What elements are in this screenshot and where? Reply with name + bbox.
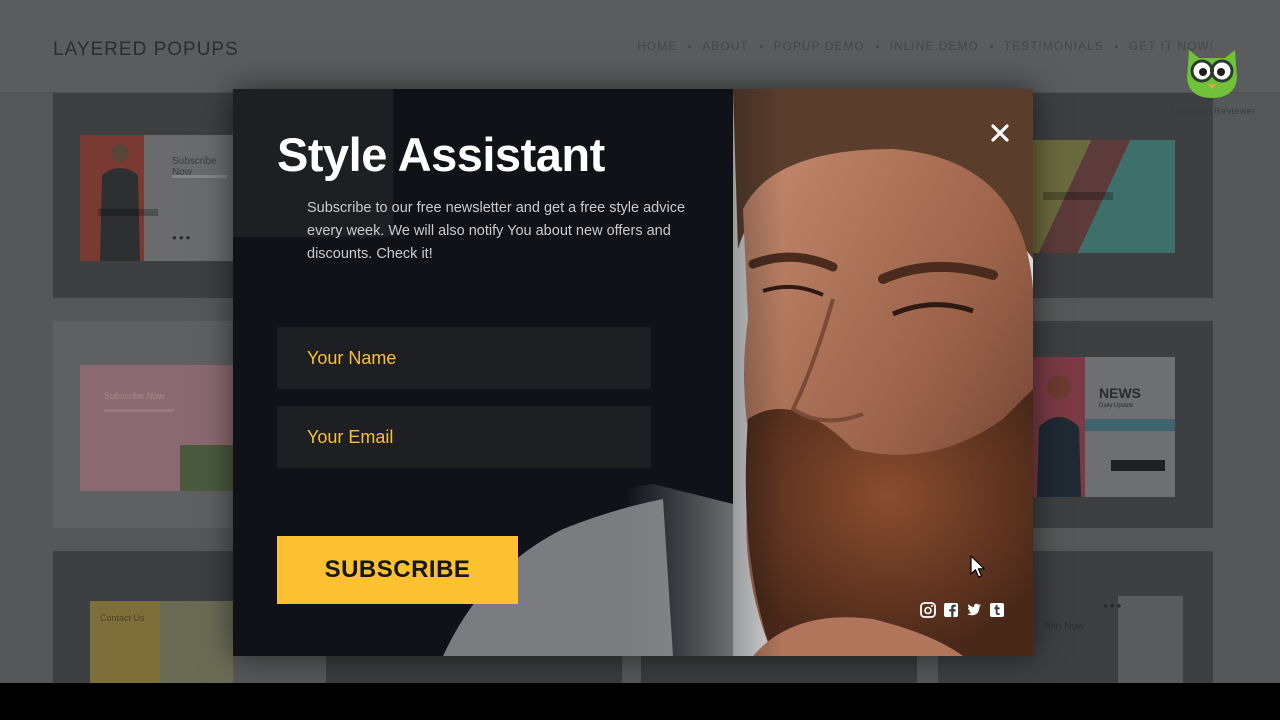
- woman-photo: [1033, 357, 1085, 497]
- demo-card[interactable]: Subscribe Now: [53, 321, 233, 528]
- owl-mascot-icon: [1187, 50, 1237, 98]
- thumb-panel: [1118, 596, 1183, 683]
- thumb-pager: ●●●: [172, 233, 193, 242]
- twitter-icon[interactable]: [966, 602, 982, 618]
- popup-description: Subscribe to our free newsletter and get…: [307, 200, 686, 262]
- site-nav: HOME ABOUT POPUP DEMO INLINE DEMO TESTIM…: [637, 39, 1214, 53]
- nav-separator: [989, 44, 993, 48]
- site-logo[interactable]: LAYERED POPUPS: [53, 39, 239, 61]
- demo-thumbnail: Subscribe Now: [80, 365, 233, 491]
- demo-thumbnail: [1033, 140, 1175, 253]
- subscribe-popup: Style Assistant Subscribe to our free ne…: [233, 89, 1033, 656]
- nav-separator: [688, 44, 692, 48]
- demo-thumbnail: Subscribe Now ●●●: [80, 135, 233, 261]
- model-photo: [80, 135, 144, 261]
- video-letterbox-bar: [0, 683, 1280, 720]
- thumb-news-text: NEWS: [1099, 385, 1141, 401]
- tumblr-icon[interactable]: [989, 602, 1005, 618]
- demo-thumbnail: NEWS Daily Update: [1033, 357, 1175, 497]
- subscribe-button[interactable]: SUBSCRIBE: [277, 536, 518, 604]
- name-field[interactable]: [277, 327, 651, 389]
- social-links: [920, 602, 1005, 618]
- nav-inline-demo[interactable]: INLINE DEMO: [890, 39, 979, 53]
- nav-separator: [1114, 44, 1118, 48]
- demo-card[interactable]: [1033, 93, 1213, 298]
- nav-separator: [759, 44, 763, 48]
- instagram-icon[interactable]: [920, 602, 936, 618]
- thumb-pager: ●●●: [1103, 601, 1124, 610]
- demo-card[interactable]: [326, 656, 622, 683]
- popup-title: Style Assistant: [277, 128, 605, 181]
- thumb-subscribe-text: Subscribe Now: [104, 391, 165, 401]
- mouse-cursor-icon: [970, 555, 985, 578]
- close-icon[interactable]: [986, 119, 1014, 147]
- plant-image: [180, 445, 233, 491]
- thumb-contact-text: Contact Us: [100, 613, 145, 623]
- woman-figure-image: [1037, 375, 1081, 497]
- template-reviewer-badge: Template Reviewer: [1160, 44, 1266, 122]
- nav-home[interactable]: HOME: [637, 39, 677, 53]
- badge-text: Template Reviewer: [1170, 106, 1256, 116]
- demo-card[interactable]: Contact Us: [53, 551, 233, 683]
- demo-card[interactable]: [641, 656, 917, 683]
- man-figure-image: [100, 144, 140, 261]
- email-field[interactable]: [277, 406, 651, 468]
- demo-card[interactable]: Subscribe Now ●●●: [53, 93, 233, 298]
- nav-separator: [875, 44, 879, 48]
- thumb-daily-text: Daily Update: [1099, 403, 1134, 409]
- thumb-join-text: Join Now: [1043, 621, 1085, 632]
- thumb-button: [1111, 460, 1165, 471]
- blue-stripe: [1085, 419, 1175, 431]
- nav-popup-demo[interactable]: POPUP DEMO: [774, 39, 865, 53]
- nav-testimonials[interactable]: TESTIMONIALS: [1004, 39, 1104, 53]
- demo-card[interactable]: NEWS Daily Update: [1033, 321, 1213, 528]
- demo-thumbnail: Contact Us: [90, 601, 233, 683]
- nav-about[interactable]: ABOUT: [702, 39, 748, 53]
- site-header: LAYERED POPUPS HOME ABOUT POPUP DEMO INL…: [0, 0, 1280, 93]
- facebook-icon[interactable]: [943, 602, 959, 618]
